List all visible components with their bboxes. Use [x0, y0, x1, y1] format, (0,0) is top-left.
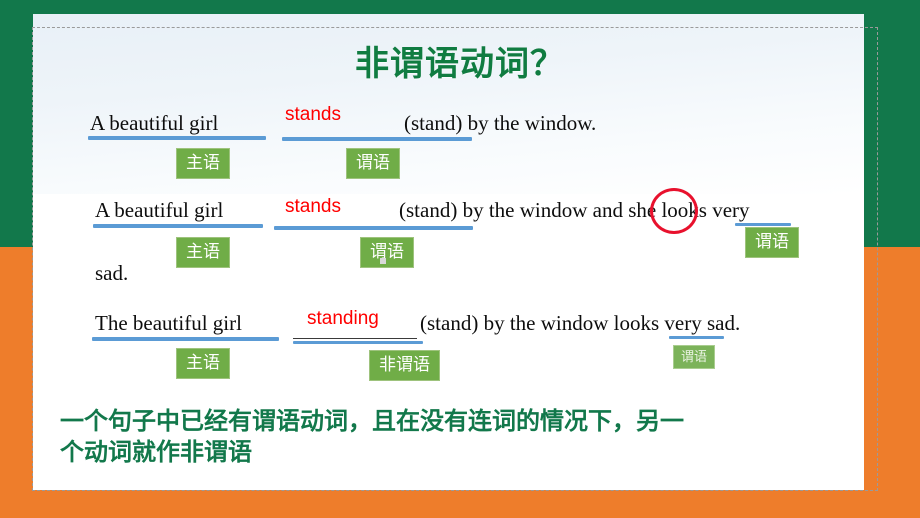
- example-3-tag-predicate: 谓语: [673, 345, 716, 369]
- example-2-tag-predicate: 谓语: [360, 237, 414, 268]
- example-2-answer: stands: [285, 196, 341, 217]
- example-2-subject-underline: [93, 224, 263, 228]
- example-1-subject: A beautiful girl: [90, 111, 219, 135]
- frame-bar-bottom-orange: [0, 490, 920, 518]
- example-3-answer: standing: [307, 308, 379, 329]
- conclusion-line-2: 个动词就作非谓语: [60, 438, 252, 466]
- example-2-tag-predicate-2: 谓语: [745, 227, 799, 258]
- example-1-answer: stands: [285, 104, 341, 125]
- example-3-prompt: (stand): [420, 311, 484, 335]
- example-3-tag-subject: 主语: [176, 348, 230, 379]
- example-3-predicate-underline: [669, 336, 724, 339]
- example-1-tag-predicate: 谓语: [346, 148, 400, 179]
- frame-bar-left-orange: [0, 247, 33, 518]
- example-3-prompt-and-rest: (stand) by the window looks very sad.: [420, 313, 740, 334]
- example-1-tag-subject: 主语: [176, 148, 230, 179]
- example-1-prompt-and-rest: (stand) by the window.: [404, 113, 596, 134]
- example-2-predicate2-underline: [735, 223, 791, 226]
- example-2-prompt: (stand): [399, 198, 463, 222]
- example-1-prompt: (stand): [404, 111, 468, 135]
- example-1-rest: by the window.: [467, 111, 597, 135]
- stray-pixel-artifact: [380, 258, 386, 264]
- example-3-subject-underline: [92, 337, 279, 341]
- frame-bar-top-green: [0, 0, 920, 14]
- circled-conjunction-marker: [650, 188, 698, 234]
- example-3-subject: The beautiful girl: [95, 311, 242, 335]
- conclusion-line-1: 一个句子中已经有谓语动词，且在没有连词的情况下，另一: [60, 408, 684, 435]
- example-2-rest: by the window and she looks very: [462, 198, 750, 222]
- example-3-answer-thinline: [293, 338, 417, 339]
- example-2-tag-subject: 主语: [176, 237, 230, 268]
- example-3-rest: by the window looks very sad.: [483, 311, 741, 335]
- slide-canvas: 非谓语动词？ A beautiful girl stands (stand) b…: [0, 0, 920, 518]
- example-1-answer-underline: [282, 137, 472, 141]
- example-2-continuation: sad.: [95, 261, 129, 285]
- example-3-tag-nonfinite: 非谓语: [369, 350, 440, 381]
- example-1-subject-underline: [88, 136, 266, 140]
- example-3-answer-underline: [293, 341, 423, 344]
- example-2-subject: A beautiful girl: [95, 198, 224, 222]
- page-title: 非谓语动词？: [355, 45, 565, 83]
- conclusion-text: 一个句子中已经有谓语动词，且在没有连词的情况下，另一 个动词就作非谓语: [60, 407, 860, 468]
- example-2-answer-underline: [274, 226, 473, 230]
